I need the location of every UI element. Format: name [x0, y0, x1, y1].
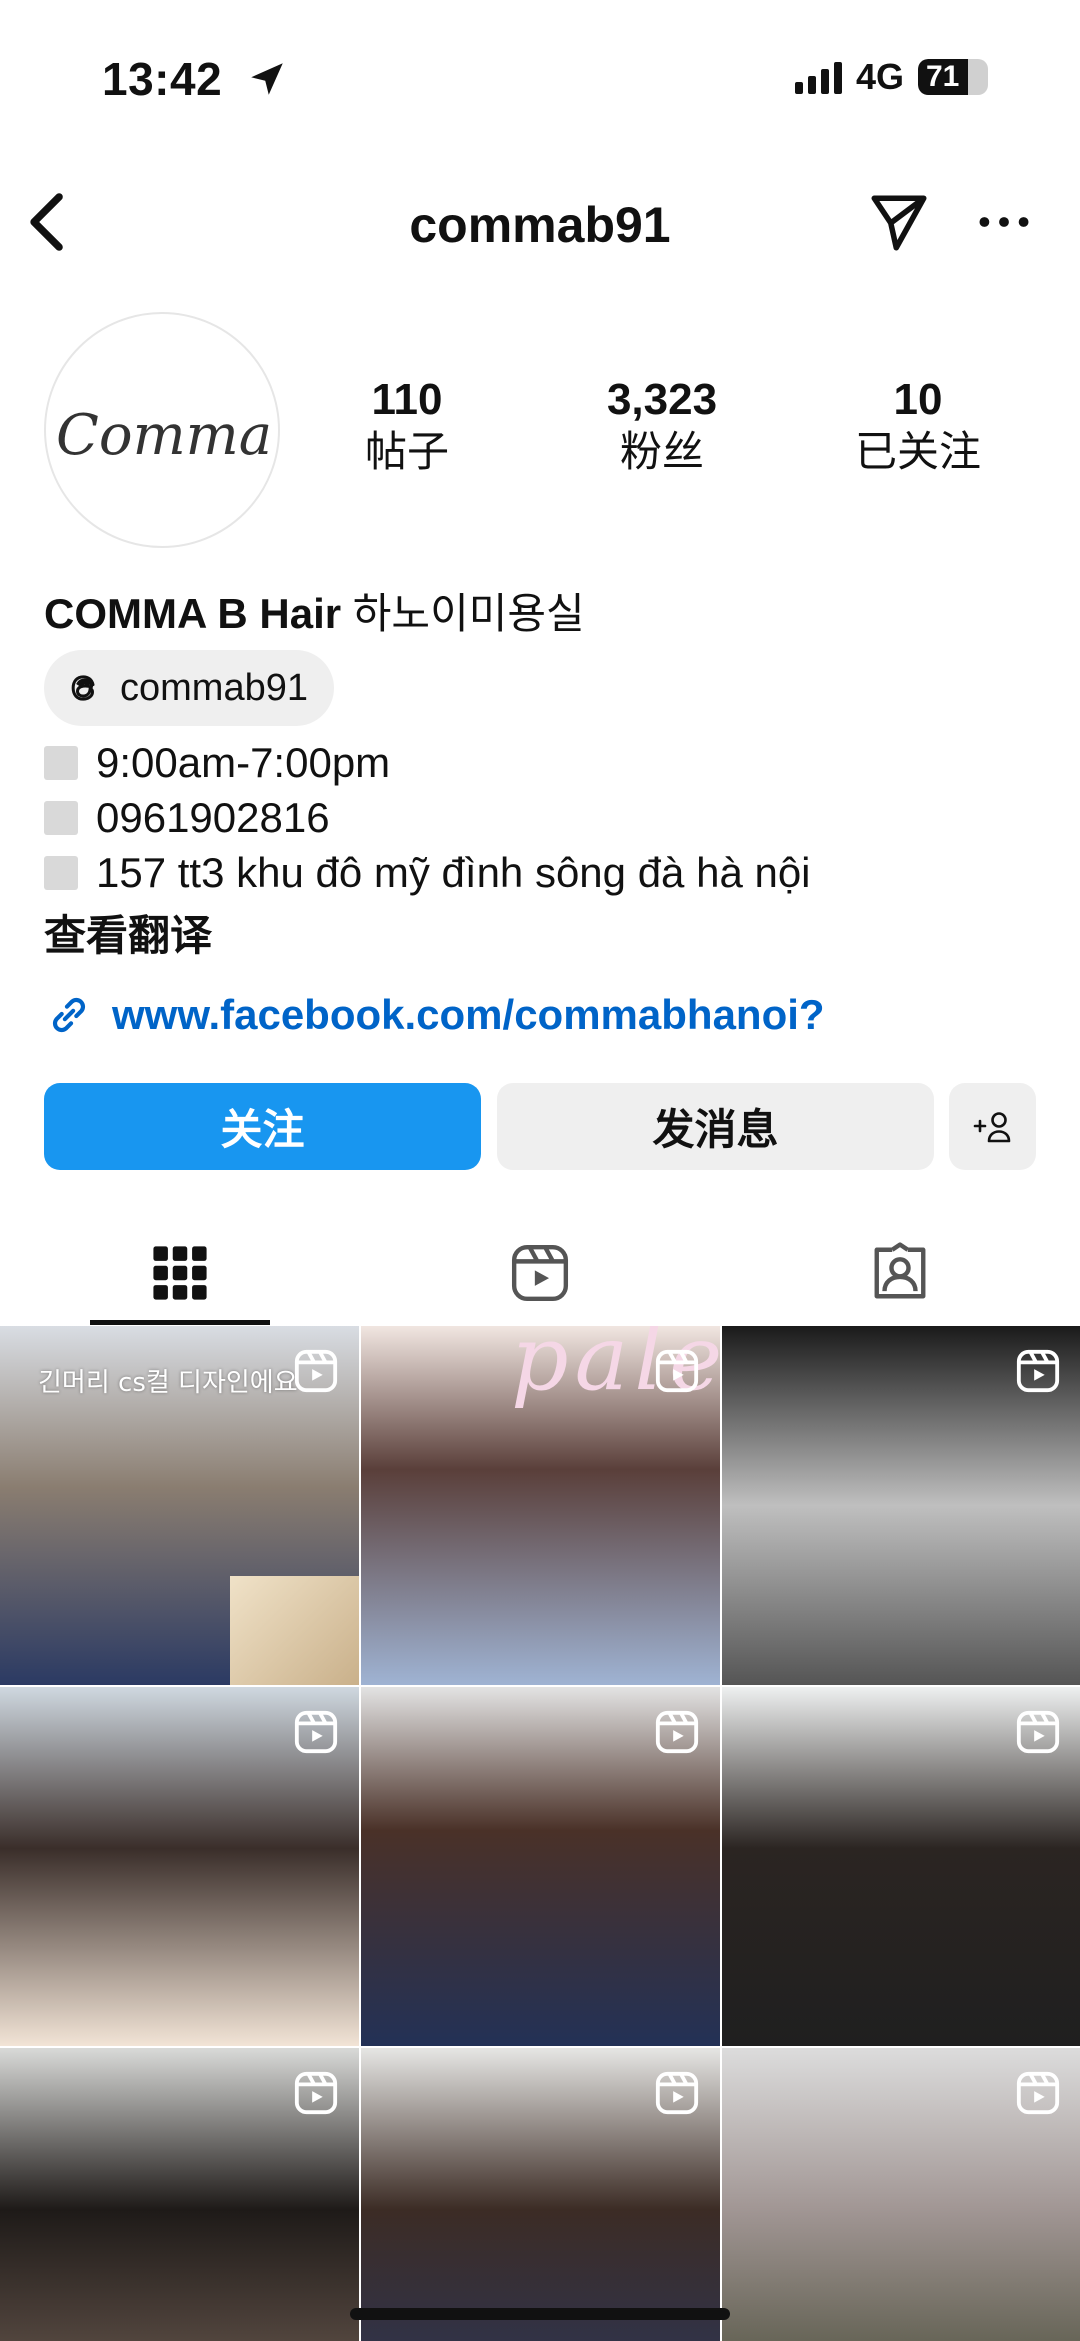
profile-website-link[interactable]: www.facebook.com/commabhanoi?	[44, 990, 825, 1040]
reel-icon	[294, 1710, 338, 1754]
status-indicators: 4G 71	[794, 56, 988, 98]
stat-posts-label: 帖子	[364, 428, 449, 475]
bio-hours: 9:00am-7:00pm	[96, 739, 391, 786]
stat-posts-count: 110	[371, 375, 443, 424]
grid-post[interactable]: 긴머리 cs컬 디자인에요	[0, 1326, 359, 1685]
comma-b-logo: Comma B	[56, 403, 272, 468]
stat-followers-label: 粉丝	[619, 428, 704, 475]
reel-icon	[1016, 1710, 1060, 1754]
grid-post[interactable]	[0, 1687, 359, 2046]
emoji-placeholder-icon	[44, 800, 78, 835]
grid-post[interactable]	[361, 2048, 720, 2341]
signal-icon	[794, 60, 842, 94]
grid-post[interactable]	[722, 2048, 1080, 2341]
battery-level: 71	[926, 60, 960, 93]
stat-followers[interactable]: 3,323 粉丝	[562, 374, 762, 478]
follow-button[interactable]: 关注	[44, 1083, 481, 1170]
bio-address: 157 tt3 khu đô mỹ đình sông đà hà nội	[96, 849, 811, 896]
status-bar: 13:42 4G 71	[0, 0, 1080, 160]
top-navigation: commab91	[0, 180, 1080, 264]
profile-name-korean: 하노이미용실	[352, 590, 585, 637]
emoji-placeholder-icon	[44, 745, 78, 780]
stat-followers-count: 3,323	[606, 375, 718, 424]
posts-grid: 긴머리 cs컬 디자인에요 pale	[0, 1326, 1080, 2341]
reel-icon	[294, 2071, 338, 2115]
reel-icon	[1016, 1349, 1060, 1393]
message-button[interactable]: 发消息	[497, 1083, 934, 1170]
avatar-logo-text: Comma B	[56, 403, 272, 468]
see-translation-link[interactable]: 查看翻译	[44, 902, 212, 963]
emoji-placeholder-icon	[44, 855, 78, 890]
grid-post[interactable]	[722, 1326, 1080, 1685]
home-indicator[interactable]	[350, 2308, 730, 2320]
grid-post[interactable]	[361, 1687, 720, 2046]
reel-icon	[655, 1710, 699, 1754]
grid-post[interactable]	[722, 1687, 1080, 2046]
posts-grid-icon	[153, 1246, 207, 1300]
grid-post[interactable]: pale	[361, 1326, 720, 1685]
add-user-icon	[973, 1111, 1010, 1142]
reel-icon	[294, 1349, 338, 1393]
reel-icon	[1016, 2071, 1060, 2115]
stat-following-label: 已关注	[854, 428, 981, 475]
status-time: 13:42	[102, 53, 223, 105]
profile-tabs	[0, 1220, 1080, 1326]
more-options-icon[interactable]	[976, 210, 1032, 234]
reel-icon	[655, 2071, 699, 2115]
link-icon	[52, 997, 86, 1033]
post-inset-image	[230, 1576, 359, 1685]
bio-line: 0961902816	[44, 790, 811, 845]
stat-posts[interactable]: 110 帖子	[307, 374, 507, 478]
stat-following-count: 10	[893, 375, 943, 424]
grid-post[interactable]	[0, 2048, 359, 2341]
suggested-users-button[interactable]	[949, 1083, 1036, 1170]
tab-reels[interactable]	[360, 1220, 720, 1326]
post-caption: 긴머리 cs컬 디자인에요	[38, 1368, 298, 1398]
location-arrow-icon	[251, 63, 283, 95]
bio-phone: 0961902816	[96, 794, 330, 841]
tab-posts[interactable]	[0, 1220, 360, 1326]
profile-display-name: COMMA B Hair 하노이미용실	[44, 580, 585, 641]
profile-name-bold: COMMA B Hair	[44, 590, 342, 637]
battery-icon: 71	[918, 59, 988, 95]
profile-bio: 9:00am-7:00pm 0961902816 157 tt3 khu đô …	[44, 735, 811, 900]
send-message-icon[interactable]	[866, 190, 932, 256]
website-url: www.facebook.com/commabhanoi?	[112, 991, 825, 1038]
threads-icon	[71, 675, 95, 701]
profile-avatar[interactable]: Comma B	[44, 312, 280, 548]
bio-line: 157 tt3 khu đô mỹ đình sông đà hà nội	[44, 845, 811, 900]
threads-handle: commab91	[120, 666, 308, 709]
active-tab-indicator	[90, 1320, 270, 1325]
tagged-icon	[874, 1242, 926, 1299]
reel-icon	[655, 1349, 699, 1393]
reels-icon	[511, 1244, 569, 1302]
bio-line: 9:00am-7:00pm	[44, 735, 811, 790]
stat-following[interactable]: 10 已关注	[818, 374, 1018, 478]
tab-tagged[interactable]	[720, 1220, 1080, 1326]
threads-badge[interactable]: commab91	[44, 650, 334, 726]
network-type: 4G	[855, 56, 904, 97]
